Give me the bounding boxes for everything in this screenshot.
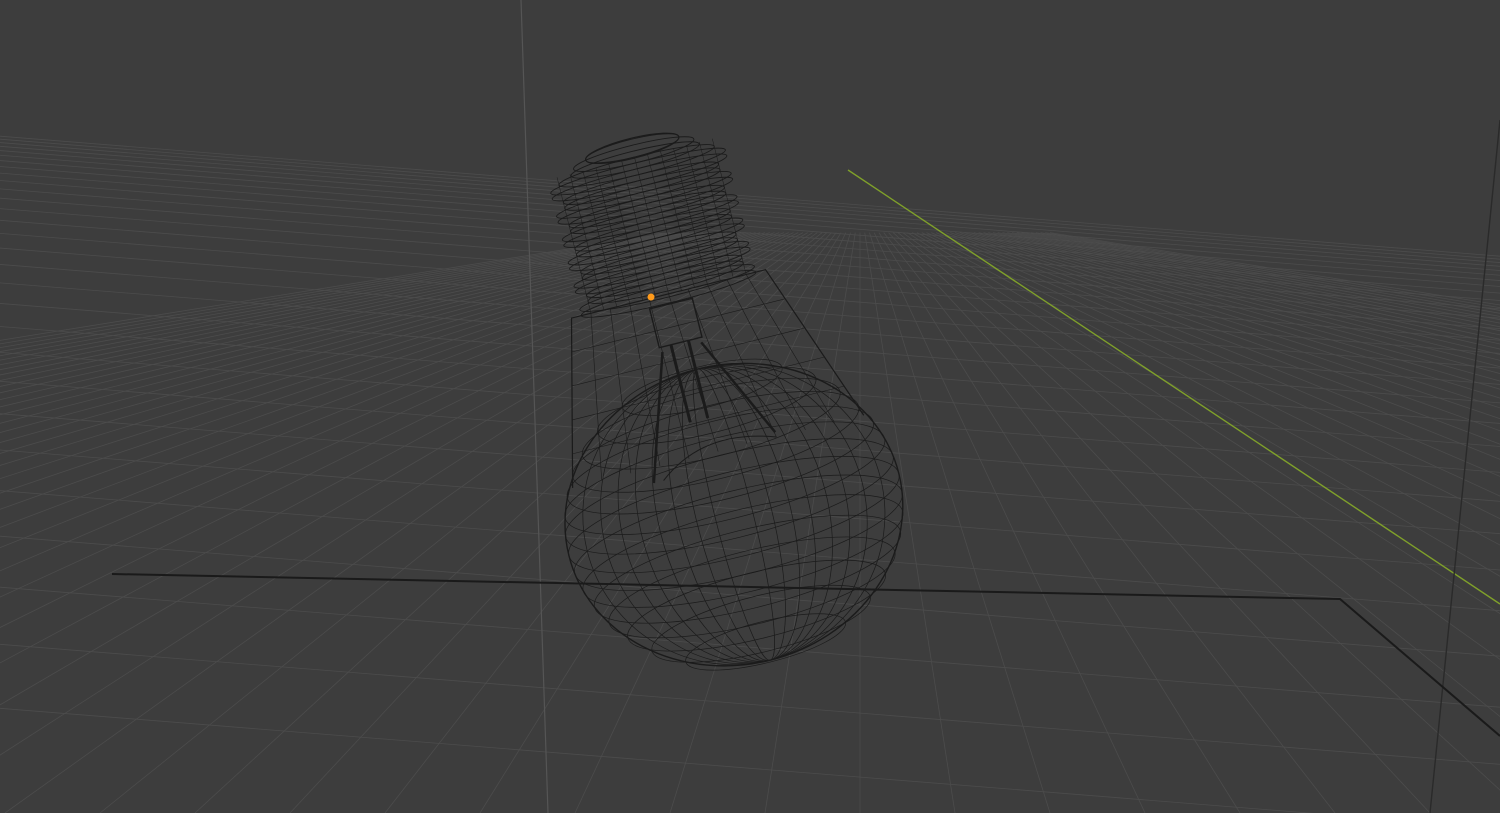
neck-edge: [668, 293, 719, 452]
grid-line: [0, 232, 728, 401]
globe-meridian: [681, 368, 786, 661]
grid-line: [883, 232, 1336, 813]
neck-edge: [687, 288, 748, 445]
grid-line: [0, 413, 1500, 535]
globe-parallel: [627, 559, 886, 652]
grid-line: [0, 232, 756, 454]
z-axis-line: [520, 0, 549, 813]
grid-line: [0, 490, 1500, 612]
grid-line: [0, 707, 1314, 813]
grid-line: [0, 172, 1500, 294]
grid-line: [0, 232, 789, 572]
grid-line: [0, 643, 1500, 765]
globe-meridian: [582, 364, 886, 666]
grid-line: [973, 232, 1500, 374]
grid-line: [921, 232, 1500, 520]
grid-line: [0, 142, 1500, 263]
grid-line: [945, 232, 1500, 432]
grid-line: [384, 232, 837, 813]
grid-line: [0, 232, 718, 387]
grid-line: [0, 232, 766, 480]
ground-plane-outline: [111, 573, 1500, 737]
grid-line: [0, 160, 1500, 281]
globe-meridian: [634, 366, 833, 663]
grid-line: [0, 154, 1500, 276]
grid-line: [1049, 232, 1500, 306]
grid-line: [0, 232, 709, 376]
grid-line: [0, 232, 680, 349]
grid-line: [0, 232, 675, 345]
neck-edge: [765, 269, 864, 416]
grid-line: [878, 232, 1241, 813]
object-origin-point[interactable]: [647, 293, 655, 301]
camera-frame-edge: [1429, 119, 1500, 813]
globe-parallel: [685, 613, 847, 671]
3d-viewport[interactable]: [0, 0, 1500, 813]
grid-line: [0, 449, 1500, 571]
grid-line: [0, 232, 794, 598]
screw-edge: [608, 164, 643, 301]
filament-stem: [669, 344, 692, 423]
viewport-scene[interactable]: [0, 0, 1500, 813]
grid-line: [0, 232, 737, 416]
grid-line: [926, 232, 1500, 497]
grid-line: [0, 232, 761, 466]
grid-line: [0, 380, 1500, 502]
grid-line: [954, 232, 1500, 409]
grid-line: [0, 232, 685, 352]
grid-line: [0, 232, 713, 381]
grid-line: [0, 232, 671, 341]
screw-tip: [585, 132, 680, 165]
neck-ring: [571, 327, 805, 387]
floor-grid: [0, 135, 1500, 813]
grid-line: [194, 232, 828, 813]
grid-line: [574, 232, 847, 813]
grid-line: [907, 232, 1500, 615]
grid-line: [479, 232, 842, 813]
grid-line: [888, 232, 1431, 813]
screw-thread: [585, 133, 680, 164]
grid-line: [0, 232, 780, 528]
grid-line: [0, 326, 1500, 447]
grid-line: [964, 232, 1500, 390]
neck-ring: [571, 298, 786, 353]
globe-meridian: [600, 365, 868, 664]
grid-line: [969, 232, 1500, 382]
globe-parallel: [581, 377, 841, 470]
grid-line: [0, 232, 785, 549]
neck-ring: [572, 385, 845, 455]
filament-stem: [686, 340, 710, 419]
grid-line: [0, 232, 704, 371]
grid-line: [1045, 232, 1500, 309]
grid-line: [0, 232, 1500, 354]
grid-line: [289, 232, 832, 813]
grid-line: [959, 232, 1500, 399]
grid-line: [912, 232, 1500, 577]
grid-line: [0, 197, 1500, 319]
